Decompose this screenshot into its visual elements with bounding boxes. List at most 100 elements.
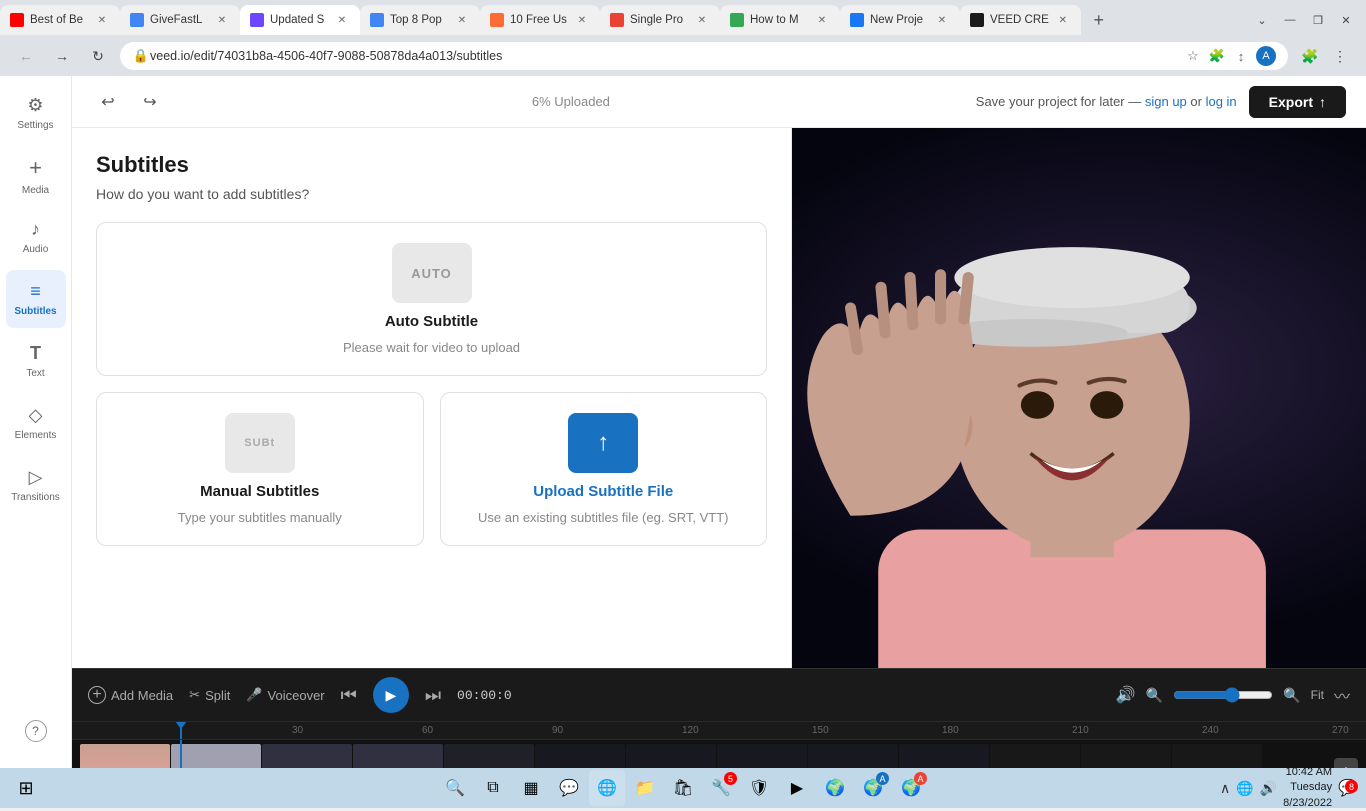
sign-up-link[interactable]: sign up bbox=[1145, 94, 1187, 109]
reload-button[interactable]: ↻ bbox=[84, 42, 112, 70]
auto-subtitle-card[interactable]: AUTO Auto Subtitle Please wait for video… bbox=[96, 222, 767, 376]
chevron-up-icon[interactable]: ∧ bbox=[1220, 780, 1230, 797]
sidebar-item-audio[interactable]: ♪ Audio bbox=[6, 208, 66, 266]
subtitle-cards-row: SUBt Manual Subtitles Type your subtitle… bbox=[96, 392, 767, 546]
bookmark-icon[interactable]: ☆ bbox=[1184, 47, 1202, 65]
split-button[interactable]: ✂ Split bbox=[189, 687, 230, 703]
taskbar-explorer[interactable]: 📁 bbox=[627, 770, 663, 806]
zoom-in-icon[interactable]: 🔍 bbox=[1283, 687, 1300, 704]
sidebar-label-text: Text bbox=[26, 368, 44, 379]
tab-list-button[interactable]: ⌄ bbox=[1250, 8, 1274, 32]
sidebar-item-text[interactable]: T Text bbox=[6, 332, 66, 390]
tab-new-project[interactable]: New Proje ✕ bbox=[840, 5, 960, 35]
taskbar-widgets[interactable]: ▦ bbox=[513, 770, 549, 806]
volume-icon[interactable]: 🔊 bbox=[1116, 685, 1136, 705]
taskbar-right: ∧ 🌐 🔊 10:42 AM Tuesday 8/23/2022 💬 8 bbox=[1220, 765, 1358, 811]
taskbar-store[interactable]: 🛍 bbox=[665, 770, 701, 806]
settings-dots-button[interactable]: ⋮ bbox=[1326, 42, 1354, 70]
new-tab-button[interactable]: + bbox=[1085, 6, 1113, 34]
tab-best-of-be[interactable]: Best of Be ✕ bbox=[0, 5, 120, 35]
tab-givefast[interactable]: GiveFastL ✕ bbox=[120, 5, 240, 35]
voiceover-button[interactable]: 🎤 Voiceover bbox=[246, 687, 324, 703]
tab-updated[interactable]: Updated S ✕ bbox=[240, 5, 360, 35]
taskbar-chrome1[interactable]: 🌍 bbox=[817, 770, 853, 806]
manual-subtitle-title: Manual Subtitles bbox=[200, 483, 319, 500]
add-track-button[interactable]: + bbox=[1334, 758, 1358, 768]
auto-icon: AUTO bbox=[392, 243, 472, 303]
sidebar-item-elements[interactable]: ◇ Elements bbox=[6, 394, 66, 452]
zoom-slider[interactable] bbox=[1173, 687, 1273, 703]
skip-back-button[interactable]: ⏮ bbox=[341, 685, 357, 706]
tab-label-8: New Proje bbox=[870, 14, 928, 26]
start-button[interactable]: ⊞ bbox=[8, 770, 44, 806]
export-button[interactable]: Export ↑ bbox=[1249, 86, 1346, 118]
tab-close-1[interactable]: ✕ bbox=[94, 12, 110, 28]
playhead-ruler bbox=[180, 722, 182, 739]
tab-single-pro[interactable]: Single Pro ✕ bbox=[600, 5, 720, 35]
tab-top8[interactable]: Top 8 Pop ✕ bbox=[360, 5, 480, 35]
timeline-controls: + Add Media ✂ Split 🎤 Voiceover ⏮ ▶ ⏭ 00… bbox=[72, 669, 1366, 722]
extension-icon[interactable]: 🧩 bbox=[1208, 47, 1226, 65]
taskbar-search[interactable]: 🔍 bbox=[437, 770, 473, 806]
sidebar-item-help[interactable]: ? bbox=[6, 702, 66, 760]
tab-howto[interactable]: How to M ✕ bbox=[720, 5, 840, 35]
restore-button[interactable]: ❒ bbox=[1306, 8, 1330, 32]
tab-close-6[interactable]: ✕ bbox=[694, 12, 710, 28]
tab-close-4[interactable]: ✕ bbox=[454, 12, 470, 28]
sys-icons: ∧ 🌐 🔊 bbox=[1220, 780, 1277, 797]
close-browser-button[interactable]: ✕ bbox=[1334, 8, 1358, 32]
tab-close-8[interactable]: ✕ bbox=[934, 12, 950, 28]
manual-subtitle-card[interactable]: SUBt Manual Subtitles Type your subtitle… bbox=[96, 392, 424, 546]
taskbar-media-player[interactable]: ▶ bbox=[779, 770, 815, 806]
taskbar-taskview[interactable]: ⧉ bbox=[475, 770, 511, 806]
address-icons: ☆ 🧩 ↕ A bbox=[1184, 46, 1276, 66]
sidebar-item-settings[interactable]: ⚙ Settings bbox=[6, 84, 66, 142]
speaker-icon[interactable]: 🔊 bbox=[1260, 780, 1277, 797]
taskbar-chat[interactable]: 💬 bbox=[551, 770, 587, 806]
tab-close-5[interactable]: ✕ bbox=[574, 12, 590, 28]
taskbar-antivirus[interactable]: 🛡 bbox=[741, 770, 777, 806]
redo-button[interactable]: ↪ bbox=[134, 86, 166, 118]
forward-button[interactable]: → bbox=[48, 42, 76, 70]
skip-forward-button[interactable]: ⏭ bbox=[425, 685, 441, 706]
minimize-button[interactable]: — bbox=[1278, 8, 1302, 32]
main-content: ↩ ↪ 6% Uploaded Save your project for la… bbox=[72, 76, 1366, 768]
tab-close-7[interactable]: ✕ bbox=[814, 12, 830, 28]
upload-subtitle-card[interactable]: ↑ Upload Subtitle File Use an existing s… bbox=[440, 392, 768, 546]
sidebar-item-transitions[interactable]: ▷ Transitions bbox=[6, 456, 66, 514]
extensions-button[interactable]: 🧩 bbox=[1296, 42, 1324, 70]
tab-close-2[interactable]: ✕ bbox=[214, 12, 230, 28]
waveform-icon[interactable]: 〰 bbox=[1334, 683, 1350, 707]
profile-sync-icon[interactable]: ↕ bbox=[1232, 47, 1250, 65]
tab-10free[interactable]: 10 Free Us ✕ bbox=[480, 5, 600, 35]
add-media-button[interactable]: + Add Media bbox=[88, 686, 173, 704]
sidebar-label-settings: Settings bbox=[17, 120, 53, 131]
notification-button[interactable]: 💬 8 bbox=[1338, 778, 1358, 798]
address-bar-row: ← → ↻ 🔒 veed.io/edit/74031b8a-4506-40f7-… bbox=[0, 36, 1366, 76]
help-icon: ? bbox=[25, 720, 47, 742]
taskbar-chrome2[interactable]: 🌍 A bbox=[855, 770, 891, 806]
log-in-link[interactable]: log in bbox=[1206, 94, 1237, 109]
sidebar-item-media[interactable]: + Media bbox=[6, 146, 66, 204]
upload-subtitle-title[interactable]: Upload Subtitle File bbox=[533, 483, 673, 500]
text-icon: T bbox=[30, 343, 41, 364]
undo-button[interactable]: ↩ bbox=[92, 86, 124, 118]
play-button[interactable]: ▶ bbox=[373, 677, 409, 713]
taskbar-tool1[interactable]: 🔧 5 bbox=[703, 770, 739, 806]
zoom-out-icon[interactable]: 🔍 bbox=[1146, 687, 1163, 704]
tab-veed[interactable]: VEED CRE ✕ bbox=[960, 5, 1081, 35]
tab-label-1: Best of Be bbox=[30, 14, 88, 26]
tab-close-9[interactable]: ✕ bbox=[1055, 12, 1071, 28]
sidebar-item-subtitles[interactable]: ≡ Subtitles bbox=[6, 270, 66, 328]
address-bar[interactable]: 🔒 veed.io/edit/74031b8a-4506-40f7-9088-5… bbox=[120, 42, 1288, 70]
taskbar-chrome3[interactable]: 🌍 A bbox=[893, 770, 929, 806]
profile-icon[interactable]: A bbox=[1256, 46, 1276, 66]
network-icon[interactable]: 🌐 bbox=[1236, 780, 1253, 797]
tab-label-3: Updated S bbox=[270, 14, 328, 26]
taskbar-edge[interactable]: 🌐 bbox=[589, 770, 625, 806]
back-button[interactable]: ← bbox=[12, 42, 40, 70]
system-clock[interactable]: 10:42 AM Tuesday 8/23/2022 bbox=[1283, 765, 1332, 811]
tab-close-3[interactable]: ✕ bbox=[334, 12, 350, 28]
tab-favicon-6 bbox=[610, 13, 624, 27]
sidebar-label-elements: Elements bbox=[15, 430, 57, 441]
